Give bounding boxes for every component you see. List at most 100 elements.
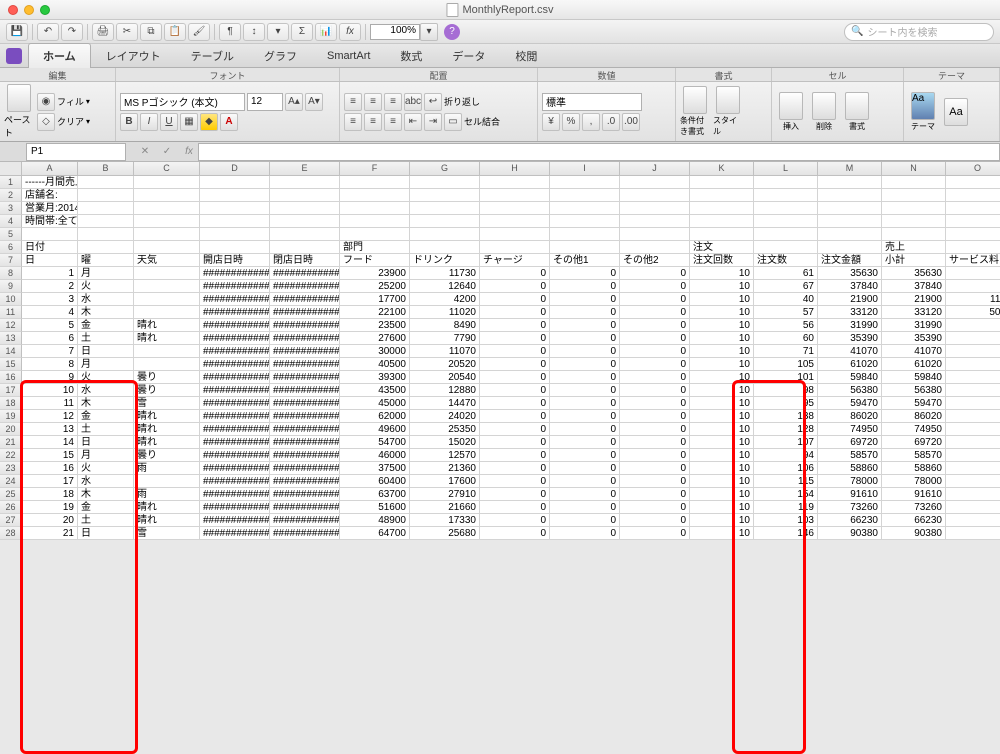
show-formulas-icon[interactable]: ¶	[219, 23, 241, 41]
cell[interactable]: 37840	[818, 280, 882, 293]
cell[interactable]: 31990	[882, 319, 946, 332]
cell[interactable]: 12880	[410, 384, 480, 397]
align-left-icon[interactable]: ≡	[344, 113, 362, 131]
row-header[interactable]: 22	[0, 449, 22, 462]
cell[interactable]: 金	[78, 410, 134, 423]
column-header[interactable]: L	[754, 162, 818, 176]
cell[interactable]: 閉店日時	[270, 254, 340, 267]
cell[interactable]: 35390	[818, 332, 882, 345]
cell[interactable]: 4200	[410, 293, 480, 306]
cell[interactable]: 0	[480, 397, 550, 410]
cell[interactable]	[78, 215, 134, 228]
cell[interactable]: 0	[620, 358, 690, 371]
cell[interactable]: 11730	[410, 267, 480, 280]
cell[interactable]	[620, 202, 690, 215]
cell[interactable]	[946, 215, 1000, 228]
cell[interactable]: 25200	[340, 280, 410, 293]
cell[interactable]: ############	[200, 371, 270, 384]
cell[interactable]	[134, 202, 200, 215]
column-header[interactable]: H	[480, 162, 550, 176]
cell[interactable]: 95	[754, 397, 818, 410]
cell[interactable]: 61	[754, 267, 818, 280]
cell[interactable]: ############	[270, 501, 340, 514]
cell[interactable]	[78, 241, 134, 254]
cell[interactable]: 売上	[882, 241, 946, 254]
cell[interactable]: 0	[480, 423, 550, 436]
align-bottom-icon[interactable]: ≡	[384, 93, 402, 111]
cell[interactable]: 0	[480, 475, 550, 488]
cell[interactable]	[550, 202, 620, 215]
column-header[interactable]: E	[270, 162, 340, 176]
cell[interactable]: 101	[754, 371, 818, 384]
cell[interactable]: 56	[754, 319, 818, 332]
cell[interactable]: 日付	[22, 241, 78, 254]
cell[interactable]: 63700	[340, 488, 410, 501]
tab-chart[interactable]: グラフ	[249, 43, 312, 68]
cell[interactable]: 40	[754, 293, 818, 306]
cell[interactable]: 10	[690, 488, 754, 501]
cell[interactable]: 0	[946, 527, 1000, 540]
bold-button[interactable]: B	[120, 113, 138, 131]
cell[interactable]: 14	[22, 436, 78, 449]
cell[interactable]: 27910	[410, 488, 480, 501]
cell[interactable]: 日	[22, 254, 78, 267]
cut-icon[interactable]: ✂	[116, 23, 138, 41]
cell[interactable]: ############	[270, 358, 340, 371]
cell[interactable]: 0	[946, 332, 1000, 345]
delete-cells-button[interactable]: 削除	[809, 84, 839, 139]
cell[interactable]: 月	[78, 358, 134, 371]
cell[interactable]: 日	[78, 436, 134, 449]
cell[interactable]: 0	[620, 436, 690, 449]
cell[interactable]: ############	[270, 371, 340, 384]
cell[interactable]	[200, 228, 270, 241]
chart-icon[interactable]: 📊	[315, 23, 337, 41]
cell[interactable]: 0	[550, 280, 620, 293]
cell[interactable]	[818, 202, 882, 215]
row-header[interactable]: 26	[0, 501, 22, 514]
cell[interactable]: 0	[550, 410, 620, 423]
cell[interactable]	[134, 293, 200, 306]
cell[interactable]: 0	[550, 267, 620, 280]
tab-smartart[interactable]: SmartArt	[312, 45, 385, 66]
cell[interactable]: 66230	[818, 514, 882, 527]
cell[interactable]: 0	[550, 501, 620, 514]
cell[interactable]: 33120	[818, 306, 882, 319]
cell[interactable]: 0	[480, 280, 550, 293]
redo-icon[interactable]: ↷	[61, 23, 83, 41]
cell[interactable]: 57	[754, 306, 818, 319]
cell[interactable]: ############	[200, 397, 270, 410]
cell[interactable]: サービス料	[946, 254, 1000, 267]
autosum-icon[interactable]: Σ	[291, 23, 313, 41]
cell[interactable]: 0	[550, 462, 620, 475]
cell[interactable]: 41070	[818, 345, 882, 358]
cell[interactable]: ############	[270, 488, 340, 501]
cell[interactable]: 35390	[882, 332, 946, 345]
cell[interactable]: 火	[78, 462, 134, 475]
tab-home[interactable]: ホーム	[28, 43, 91, 68]
cell[interactable]: 0	[620, 280, 690, 293]
cell[interactable]: その他1	[550, 254, 620, 267]
cell[interactable]: 60400	[340, 475, 410, 488]
tab-formula[interactable]: 数式	[385, 43, 437, 68]
cell[interactable]: 0	[946, 397, 1000, 410]
row-header[interactable]: 10	[0, 293, 22, 306]
cell[interactable]: 37500	[340, 462, 410, 475]
cell[interactable]: 20	[22, 514, 78, 527]
cell[interactable]: 78000	[818, 475, 882, 488]
column-header[interactable]: D	[200, 162, 270, 176]
row-header[interactable]: 5	[0, 228, 22, 241]
cell[interactable]: 91610	[882, 488, 946, 501]
cell[interactable]: 119	[754, 501, 818, 514]
cell[interactable]: 0	[480, 319, 550, 332]
cell[interactable]	[818, 215, 882, 228]
cell[interactable]: 69720	[882, 436, 946, 449]
cell[interactable]	[340, 228, 410, 241]
cell[interactable]	[340, 176, 410, 189]
column-header[interactable]: I	[550, 162, 620, 176]
cell[interactable]: 10	[690, 358, 754, 371]
decimal-dec-icon[interactable]: .00	[622, 113, 640, 131]
cell[interactable]: 0	[480, 436, 550, 449]
cell[interactable]: 56380	[818, 384, 882, 397]
column-header[interactable]: O	[946, 162, 1000, 176]
cell[interactable]: 晴れ	[134, 332, 200, 345]
